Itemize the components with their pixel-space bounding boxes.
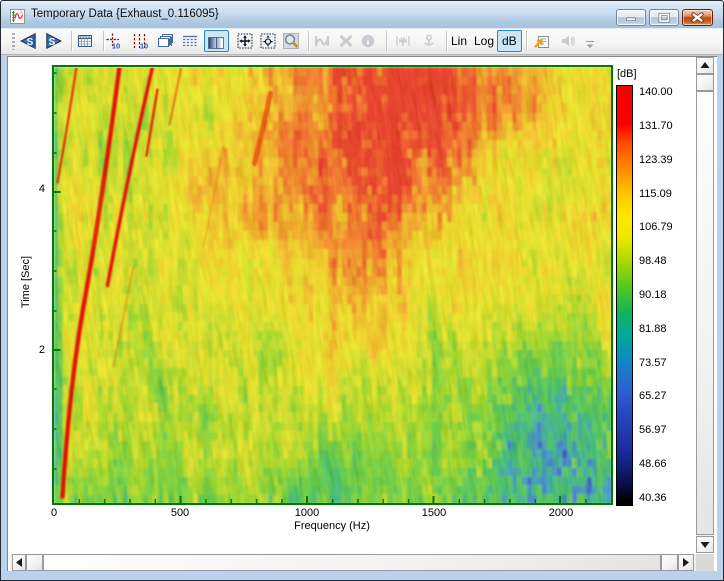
svg-text:S: S	[49, 37, 56, 48]
svg-text:10: 10	[112, 42, 120, 50]
svg-text:10: 10	[140, 42, 148, 50]
svg-text:S: S	[27, 37, 34, 48]
